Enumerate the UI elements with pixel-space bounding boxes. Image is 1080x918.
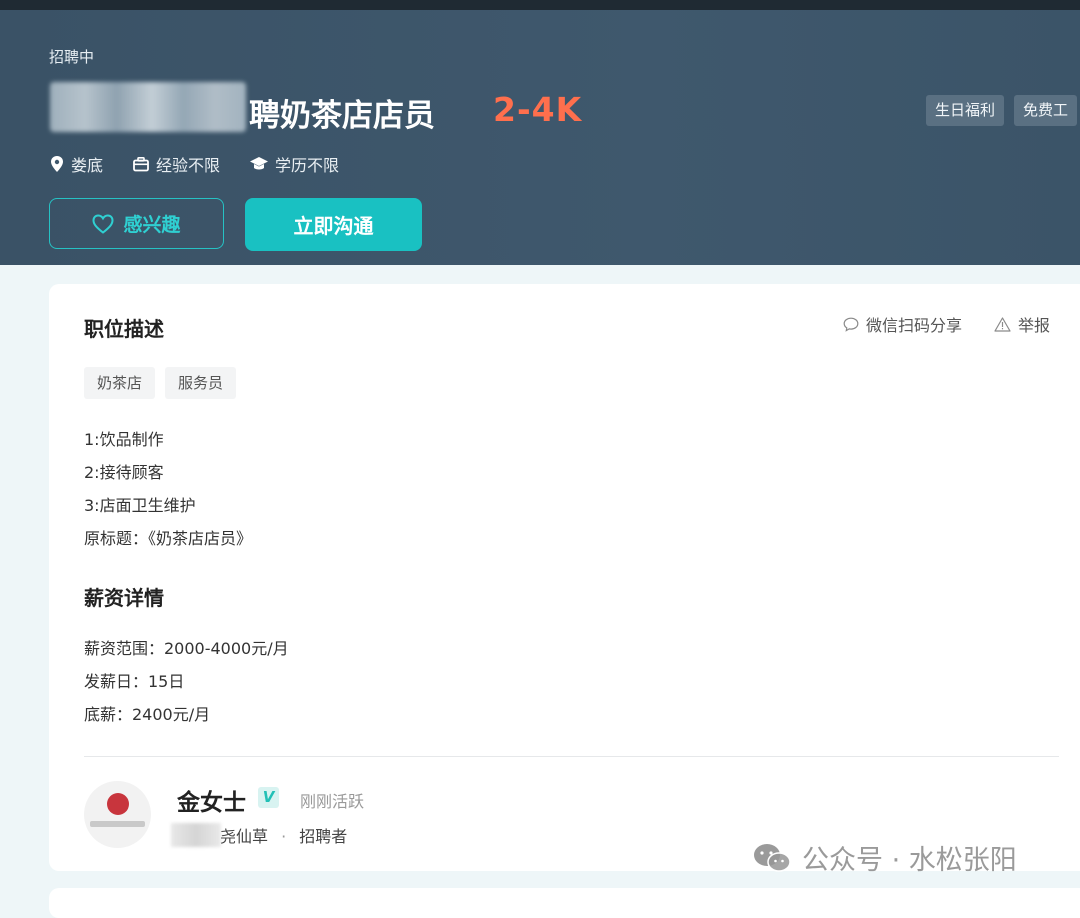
job-description-title: 职位描述 [84,317,164,341]
experience-item: 经验不限 [133,152,220,176]
job-header: 招聘中 聘奶茶店店员 2-4K 生日福利 免费工 娄底 经验不限 学历不限 感兴… [0,10,1080,265]
skill-tags: 奶茶店 服务员 [84,367,237,399]
education-label: 学历不限 [275,156,340,175]
salary-line: 底薪：2400元/月 [84,705,211,724]
salary-details-title: 薪资详情 [84,586,164,610]
heart-icon [92,213,114,234]
active-status: 刚刚活跃 [300,792,365,811]
welfare-tag: 生日福利 [926,95,1005,126]
job-detail-card: 职位描述 微信扫码分享 举报 奶茶店 服务员 1:饮品制作 2:接待顾客 3:店… [49,284,1080,871]
section-divider [84,756,1059,757]
salary-line: 发薪日：15日 [84,672,185,691]
briefcase-icon [133,156,149,171]
experience-label: 经验不限 [156,156,221,175]
wechat-logo-icon [754,843,791,872]
recruiter-name[interactable]: 金女士 [177,783,246,817]
skill-tag: 奶茶店 [84,367,156,399]
welfare-tags: 生日福利 免费工 [926,95,1078,126]
blurred-company-name [50,82,246,132]
interest-button-label: 感兴趣 [123,214,181,236]
description-line: 1:饮品制作 [84,430,164,449]
verified-badge-icon: V [258,787,279,808]
location-item: 娄底 [50,152,103,176]
separator-dot: · [281,827,287,846]
job-meta: 娄底 经验不限 学历不限 [50,152,339,176]
blurred-company-prefix [171,823,221,847]
card-actions: 微信扫码分享 举报 [843,312,1050,336]
window-top-bar [0,0,1080,10]
description-line: 2:接待顾客 [84,463,164,482]
company-logo-seal [107,793,129,815]
report-link[interactable]: 举报 [994,312,1050,336]
interest-button[interactable]: 感兴趣 [49,198,224,249]
company-name: 尧仙草 [220,827,269,846]
wechat-share-link[interactable]: 微信扫码分享 [843,312,962,336]
chat-now-button[interactable]: 立即沟通 [245,198,422,251]
location-pin-icon [51,156,63,172]
recruiter-avatar[interactable] [84,781,151,848]
graduation-cap-icon [250,157,269,170]
recruiting-status: 招聘中 [49,48,95,66]
warning-icon [994,316,1011,332]
next-card [49,888,1080,918]
recruiter-company-role: 尧仙草 · 招聘者 [220,823,347,847]
job-description-text: 1:饮品制作 2:接待顾客 3:店面卫生维护 原标题：《奶茶店店员》 [84,423,252,555]
location-label: 娄底 [71,156,104,175]
job-title: 聘奶茶店店员 [249,98,435,134]
description-line: 原标题：《奶茶店店员》 [84,529,253,548]
wechat-share-label: 微信扫码分享 [866,316,963,335]
wechat-watermark: 公众号 · 水松张阳 [752,838,1017,877]
salary-details-text: 薪资范围：2000-4000元/月 发薪日：15日 底薪：2400元/月 [84,632,289,731]
skill-tag: 服务员 [165,367,237,399]
education-item: 学历不限 [250,152,339,176]
welfare-tag: 免费工 [1014,95,1078,126]
description-line: 3:店面卫生维护 [84,496,196,515]
chat-bubble-icon [843,317,859,332]
salary-range: 2-4K [493,90,583,129]
watermark-text: 公众号 · 水松张阳 [802,845,1017,876]
salary-line: 薪资范围：2000-4000元/月 [84,639,289,658]
company-logo-text-blurred [90,821,145,827]
report-label: 举报 [1018,316,1051,335]
recruiter-role: 招聘者 [299,827,348,846]
